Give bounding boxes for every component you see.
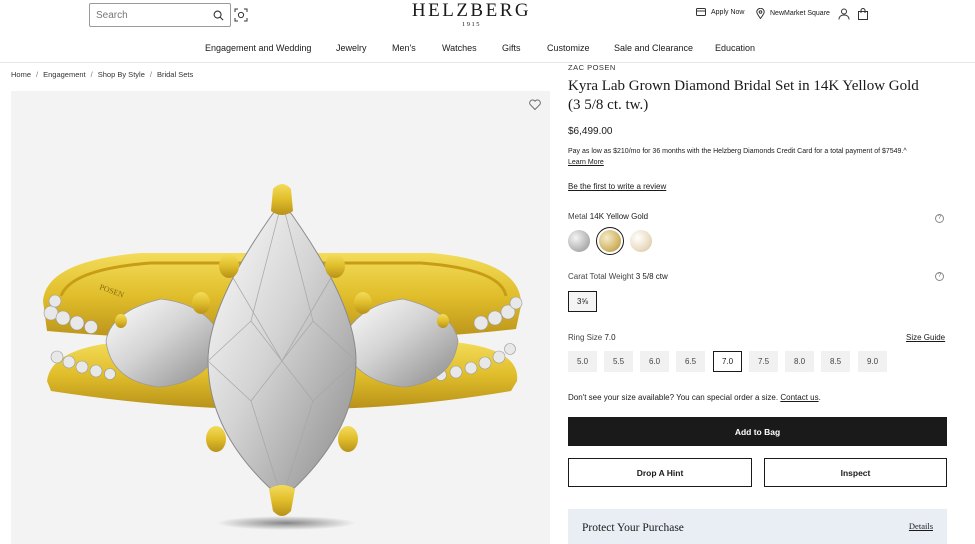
breadcrumb-separator: / <box>90 70 93 79</box>
account-icon[interactable] <box>838 8 850 20</box>
breadcrumb-separator: / <box>36 70 39 79</box>
breadcrumb: Home / Engagement / Shop By Style / Brid… <box>11 70 193 79</box>
nav-watches[interactable]: Watches <box>442 43 477 53</box>
ring-size-label: Ring Size 7.0 <box>568 333 616 342</box>
helzberg-logo[interactable]: HELZBERG 1915 <box>380 1 563 29</box>
size-option[interactable]: 8.5 <box>821 351 850 372</box>
metal-label: Metal 14K Yellow Gold <box>568 212 648 221</box>
protect-purchase-panel: Protect Your Purchase Details <box>568 509 947 544</box>
nav-divider <box>0 62 975 63</box>
metal-selected-value: 14K Yellow Gold <box>589 212 649 221</box>
contact-us-link[interactable]: Contact us <box>780 393 818 402</box>
size-option[interactable]: 6.0 <box>640 351 669 372</box>
store-name: NewMarket Square <box>770 10 830 17</box>
add-to-bag-button[interactable]: Add to Bag <box>568 417 947 446</box>
size-option-selected[interactable]: 7.0 <box>713 351 742 372</box>
size-option[interactable]: 5.5 <box>604 351 633 372</box>
write-review-link[interactable]: Be the first to write a review <box>568 182 666 191</box>
nav-engagement-wedding[interactable]: Engagement and Wedding <box>205 43 311 53</box>
swatch-yellow-gold[interactable] <box>596 227 624 255</box>
search-input[interactable]: Search <box>96 10 213 21</box>
carat-label: Carat Total Weight 3 5/8 ctw <box>568 272 668 281</box>
logo-year: 1915 <box>462 21 481 28</box>
metal-help-icon[interactable]: ? <box>935 214 944 223</box>
shopping-bag-icon[interactable] <box>857 8 869 20</box>
apply-now-link[interactable]: Apply Now <box>696 8 744 16</box>
nav-jewelry[interactable]: Jewelry <box>336 43 367 53</box>
ring-size-selected-value: 7.0 <box>604 333 616 342</box>
size-option[interactable]: 7.5 <box>749 351 778 372</box>
special-order-message: Don't see your size available? You can s… <box>568 393 779 402</box>
swatch-rose-gold[interactable] <box>630 230 652 252</box>
breadcrumb-engagement[interactable]: Engagement <box>43 70 86 79</box>
protect-details-link[interactable]: Details <box>909 521 933 531</box>
breadcrumb-shop-by-style[interactable]: Shop By Style <box>98 70 145 79</box>
breadcrumb-bridal-sets[interactable]: Bridal Sets <box>157 70 193 79</box>
special-order-end: . <box>818 393 821 402</box>
search-icon[interactable] <box>213 10 224 21</box>
special-order-text: Don't see your size available? You can s… <box>568 393 821 402</box>
nav-mens[interactable]: Men's <box>392 43 416 53</box>
protect-purchase-title: Protect Your Purchase <box>582 522 684 534</box>
carat-option[interactable]: 3⅝ <box>568 291 597 312</box>
learn-more-link[interactable]: Learn More <box>568 159 604 166</box>
heart-icon[interactable] <box>529 99 541 110</box>
size-option[interactable]: 9.0 <box>858 351 887 372</box>
product-brand[interactable]: ZAC POSEN <box>568 63 616 72</box>
financing-text: Pay as low as $210/mo for 36 months with… <box>568 148 907 155</box>
breadcrumb-home[interactable]: Home <box>11 70 31 79</box>
drop-hint-button[interactable]: Drop A Hint <box>568 458 752 487</box>
ring-size-label-text: Ring Size <box>568 333 603 342</box>
visual-search-icon[interactable] <box>234 8 248 22</box>
size-option[interactable]: 8.0 <box>785 351 814 372</box>
carat-help-icon[interactable]: ? <box>935 272 944 281</box>
product-title: Kyra Lab Grown Diamond Bridal Set in 14K… <box>568 78 919 113</box>
metal-label-text: Metal <box>568 212 588 221</box>
credit-card-icon <box>696 8 706 16</box>
breadcrumb-separator: / <box>149 70 152 79</box>
swatch-white-gold[interactable] <box>568 230 590 252</box>
nav-gifts[interactable]: Gifts <box>502 43 521 53</box>
carat-selected-value: 3 5/8 ctw <box>635 272 668 281</box>
product-image-gallery[interactable]: POSEN <box>11 91 550 544</box>
location-pin-icon <box>756 8 765 19</box>
product-price: $6,499.00 <box>568 126 613 137</box>
logo-wordmark: HELZBERG <box>411 0 532 21</box>
financing-info: Pay as low as $210/mo for 36 months with… <box>568 146 958 168</box>
ring-product-image: POSEN <box>43 184 523 530</box>
search-box[interactable]: Search <box>89 3 231 27</box>
apply-now-label: Apply Now <box>711 8 745 16</box>
carat-label-text: Carat Total Weight <box>568 272 634 281</box>
size-guide-link[interactable]: Size Guide <box>906 333 945 342</box>
nav-customize[interactable]: Customize <box>547 43 590 53</box>
nav-sale-clearance[interactable]: Sale and Clearance <box>614 43 693 53</box>
size-option[interactable]: 6.5 <box>676 351 705 372</box>
store-locator-link[interactable]: NewMarket Square <box>756 8 830 19</box>
inspect-button[interactable]: Inspect <box>764 458 947 487</box>
size-option[interactable]: 5.0 <box>568 351 597 372</box>
nav-education[interactable]: Education <box>715 43 755 53</box>
